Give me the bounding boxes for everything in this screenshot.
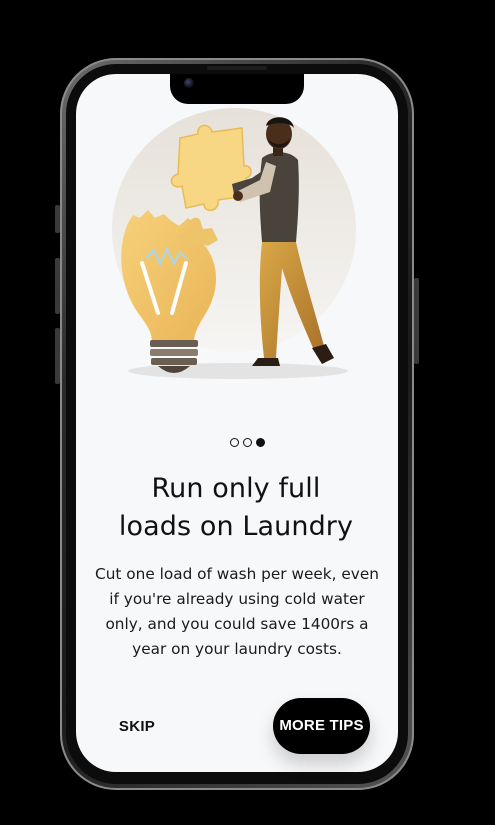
page-indicator [0, 438, 495, 450]
description-line: only, and you could save 1400rs a [105, 615, 369, 633]
ground-shadow [128, 363, 348, 379]
power-button [414, 278, 419, 364]
title-line: loads on Laundry [118, 511, 354, 542]
page-dot-1[interactable] [230, 438, 239, 447]
more-tips-button[interactable]: MORE TIPS [273, 698, 370, 754]
description-line: year on your laundry costs. [132, 640, 342, 658]
tip-description: Cut one load of wash per week, even if y… [92, 562, 382, 662]
title-line: Run only full [151, 473, 321, 504]
page-dot-3-active[interactable] [256, 438, 265, 447]
page-title: Run only full loads on Laundry [96, 470, 376, 546]
page-dot-2[interactable] [243, 438, 252, 447]
skip-button[interactable]: SKIP [108, 712, 166, 742]
description-line: if you're already using cold water [109, 590, 365, 608]
description-line: Cut one load of wash per week, even [95, 565, 379, 583]
laundry-illustration [112, 108, 356, 379]
speaker-grille [207, 66, 267, 70]
camera-icon [184, 78, 194, 88]
